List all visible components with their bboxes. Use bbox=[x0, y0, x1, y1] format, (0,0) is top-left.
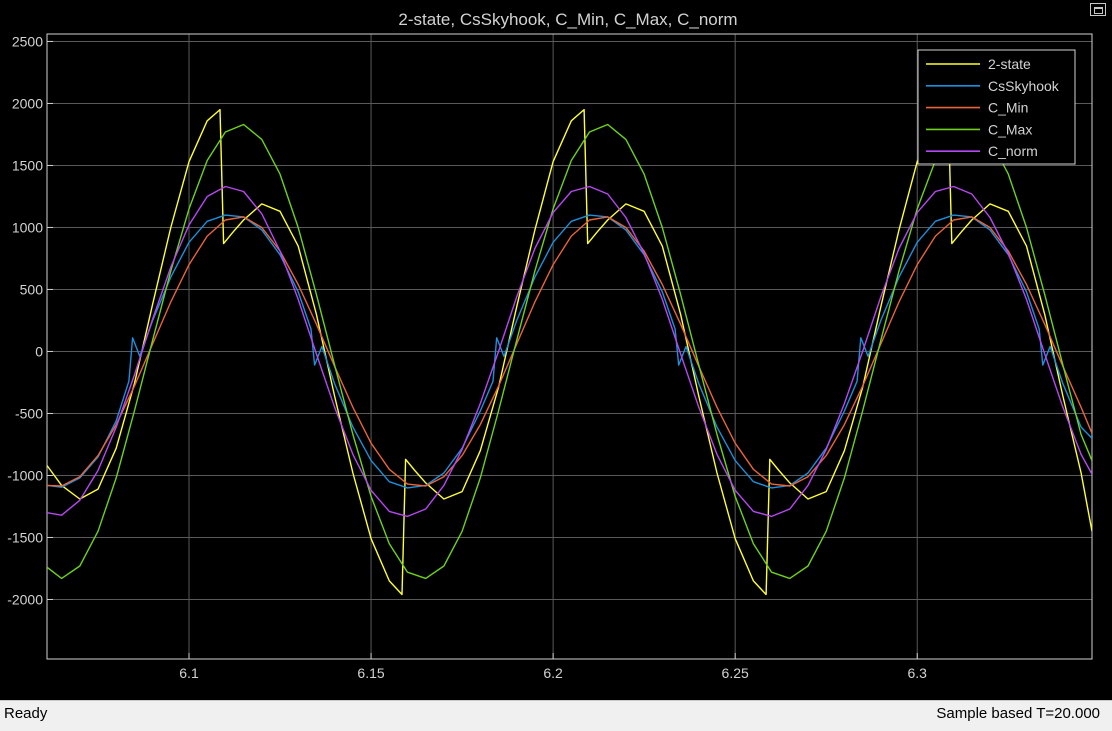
axis-ticks: 6.1 6.15 6.2 6.25 6.3 -2000 -1500 -1000 -500 0 500… bbox=[7, 33, 927, 681]
scope-plot-area: 2-state, CsSkyhook, C_Min, C_Max, C_norm… bbox=[0, 0, 1112, 700]
legend-entry-label: C_Max bbox=[988, 121, 1032, 137]
series-lines bbox=[47, 108, 1092, 596]
x-tick-label: 6.3 bbox=[907, 665, 927, 681]
y-tick-label: -500 bbox=[15, 405, 43, 421]
y-tick-label: 500 bbox=[20, 281, 44, 297]
undock-icon[interactable] bbox=[1090, 3, 1106, 16]
y-tick-label: 1000 bbox=[12, 219, 43, 235]
y-tick-label: -1000 bbox=[7, 467, 43, 483]
y-tick-label: 2000 bbox=[12, 95, 43, 111]
x-tick-label: 6.2 bbox=[543, 665, 563, 681]
y-tick-label: 1500 bbox=[12, 157, 43, 173]
status-text: Ready bbox=[4, 705, 48, 722]
sample-time-info: Sample based T=20.000 bbox=[936, 705, 1100, 722]
y-tick-label: -1500 bbox=[7, 529, 43, 545]
legend[interactable]: 2-state CsSkyhook C_Min C_Max C_norm bbox=[917, 49, 1076, 165]
legend-entry-label: C_Min bbox=[988, 100, 1028, 116]
line-chart: 2-state, CsSkyhook, C_Min, C_Max, C_norm… bbox=[7, 10, 1093, 681]
x-tick-label: 6.25 bbox=[722, 665, 749, 681]
status-bar: Ready Sample based T=20.000 bbox=[0, 700, 1112, 731]
legend-entry-label: 2-state bbox=[988, 56, 1031, 72]
legend-entry-label: C_norm bbox=[988, 143, 1038, 159]
chart-title: 2-state, CsSkyhook, C_Min, C_Max, C_norm bbox=[398, 10, 737, 29]
y-tick-label: 0 bbox=[35, 343, 43, 359]
series-line-2-state bbox=[47, 108, 1092, 596]
x-tick-label: 6.1 bbox=[179, 665, 199, 681]
y-tick-label: -2000 bbox=[7, 591, 43, 607]
legend-entry-label: CsSkyhook bbox=[988, 78, 1060, 94]
x-tick-label: 6.15 bbox=[357, 665, 384, 681]
y-tick-label: 2500 bbox=[12, 33, 43, 49]
